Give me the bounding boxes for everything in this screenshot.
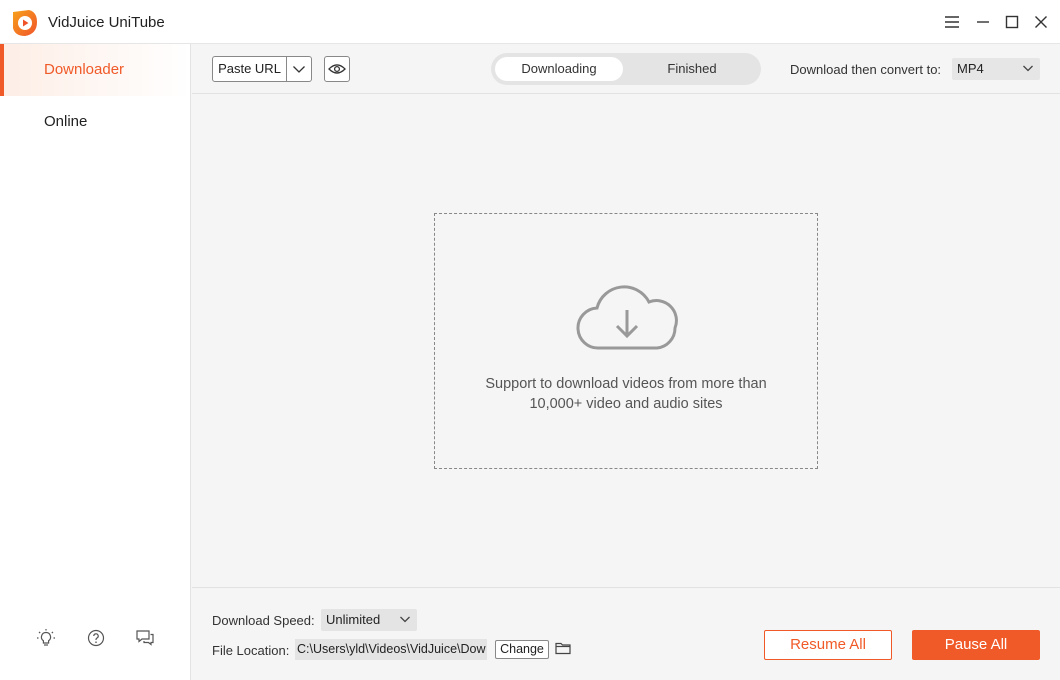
paste-url-button[interactable]: Paste URL <box>213 57 287 81</box>
chevron-down-icon <box>400 616 410 623</box>
chevron-down-icon[interactable] <box>287 57 311 81</box>
title-bar: VidJuice UniTube <box>0 0 1060 44</box>
lightbulb-icon[interactable] <box>35 627 57 649</box>
paste-url-button-group: Paste URL <box>212 56 312 82</box>
minimize-icon[interactable] <box>973 12 993 32</box>
help-icon[interactable] <box>85 627 107 649</box>
cloud-download-icon <box>576 285 678 350</box>
file-location-field[interactable]: C:\Users\yld\Videos\VidJuice\Dow <box>295 639 487 660</box>
drop-zone-line-1: Support to download videos from more tha… <box>485 376 767 392</box>
folder-icon[interactable] <box>555 641 571 655</box>
eye-icon[interactable] <box>324 56 350 82</box>
convert-format-value: MP4 <box>957 61 984 76</box>
download-speed-select[interactable]: Unlimited <box>321 609 417 631</box>
app-logo-icon <box>13 10 37 36</box>
download-speed-value: Unlimited <box>326 612 381 627</box>
sidebar-item-downloader[interactable]: Downloader <box>0 44 190 96</box>
sidebar-item-online[interactable]: Online <box>0 96 190 148</box>
feedback-icon[interactable] <box>134 627 156 649</box>
menu-icon[interactable] <box>942 12 962 32</box>
maximize-icon[interactable] <box>1002 12 1022 32</box>
footer-bar: Download Speed: Unlimited File Location:… <box>192 587 1060 680</box>
convert-label: Download then convert to: <box>790 62 942 77</box>
close-icon[interactable] <box>1031 12 1051 32</box>
change-location-button[interactable]: Change <box>495 640 549 659</box>
drop-zone-text: Support to download videos from more tha… <box>435 374 817 414</box>
tab-finished[interactable]: Finished <box>627 57 757 81</box>
download-speed-label: Download Speed: <box>212 613 315 628</box>
download-status-tabs: Downloading Finished <box>491 53 761 85</box>
download-drop-zone: Support to download videos from more tha… <box>434 213 818 469</box>
drop-zone-line-2: 10,000+ video and audio sites <box>529 396 723 412</box>
resume-all-button[interactable]: Resume All <box>764 630 892 660</box>
app-title: VidJuice UniTube <box>48 14 165 31</box>
toolbar: Paste URL Downloading Finished Download … <box>192 45 1060 94</box>
pause-all-button[interactable]: Pause All <box>912 630 1040 660</box>
file-location-label: File Location: <box>212 643 290 658</box>
sidebar: Downloader Online <box>0 44 191 680</box>
chevron-down-icon <box>1023 65 1033 72</box>
convert-format-select[interactable]: MP4 <box>952 58 1040 80</box>
tab-downloading[interactable]: Downloading <box>495 57 623 81</box>
